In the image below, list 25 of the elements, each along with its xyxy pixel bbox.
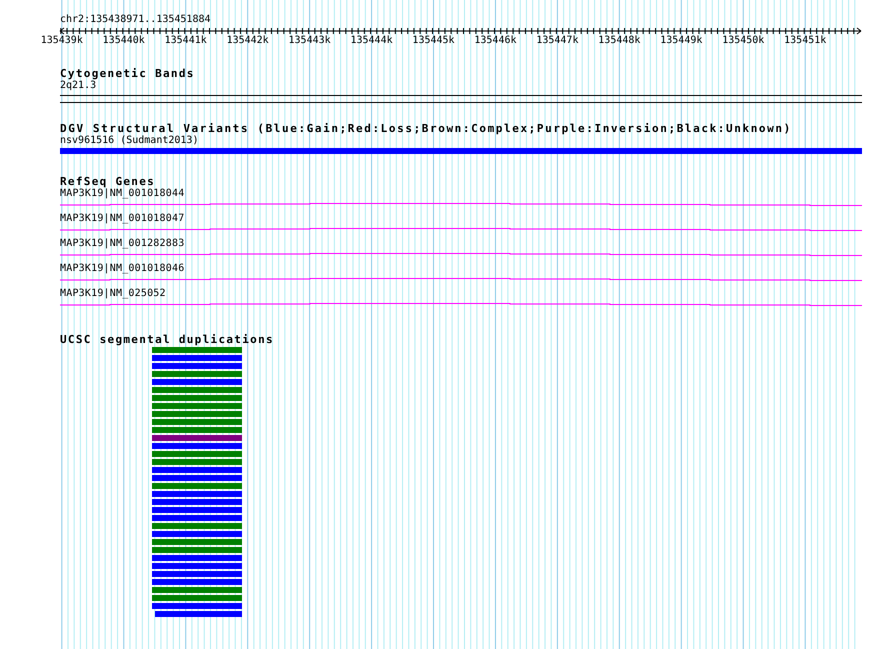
band-label: 2q21.3 — [60, 80, 98, 92]
track-title: RefSeq Genes — [60, 175, 156, 188]
scale-tick-label: 135446k — [474, 35, 517, 47]
gene-label: MAP3K19|NM_025052 — [60, 288, 167, 300]
gene-label: MAP3K19|NM_001282883 — [60, 238, 186, 250]
gene-label: MAP3K19|NM_001018047 — [60, 213, 186, 225]
scale-tick-label: 135448k — [598, 35, 640, 47]
scale-tick-label: 135444k — [350, 35, 393, 47]
scale-tick-label: 135443k — [288, 35, 331, 47]
scale-tick-label: 135441k — [164, 35, 207, 47]
scale-tick-label: 135451k — [784, 35, 826, 47]
scale-tick-label: 135440k — [102, 35, 145, 47]
gene-label: MAP3K19|NM_001018044 — [60, 188, 186, 200]
scale-tick-label: 135439k — [40, 35, 83, 47]
track-title: Cytogenetic Bands — [60, 67, 196, 80]
scale-tick-label: 135447k — [536, 35, 578, 47]
track-title: DGV Structural Variants (Blue:Gain;Red:Loss;Brown:Complex;Purple:Inversion;Black:Unknown) — [60, 122, 793, 135]
track-title: UCSC segmental duplications — [60, 333, 275, 346]
region-label: chr2:135438971..135451884 — [60, 14, 212, 26]
gene-label: MAP3K19|NM_001018046 — [60, 263, 186, 275]
scale-tick-label: 135442k — [226, 35, 269, 47]
scale-tick-label: 135445k — [412, 35, 455, 47]
scale-tick-label: 135449k — [660, 35, 702, 47]
scale-tick-label: 135450k — [722, 35, 764, 47]
variant-label: nsv961516 (Sudmant2013) — [60, 135, 200, 147]
